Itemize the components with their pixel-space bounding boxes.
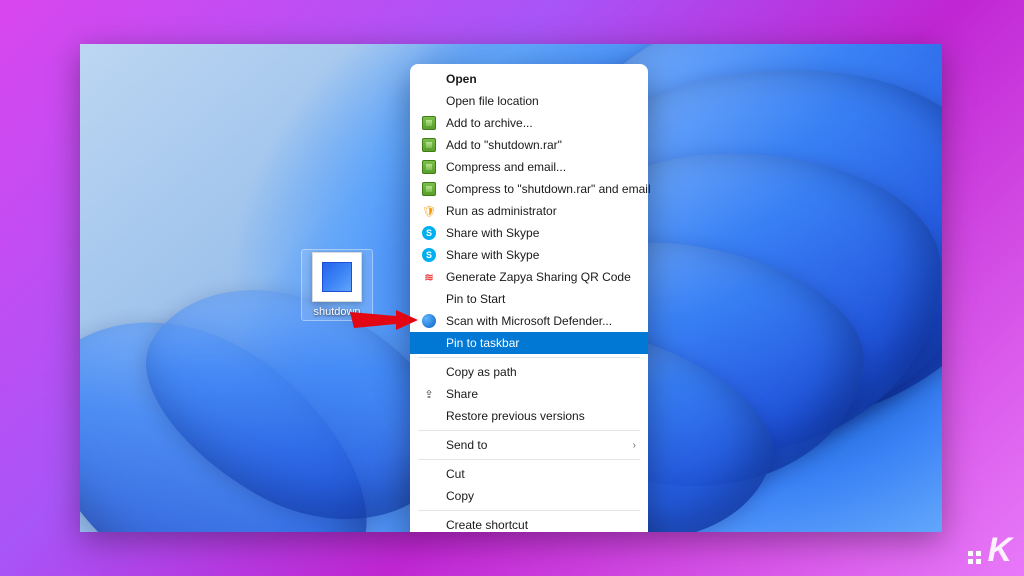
- menu-item-compress-to-shutdown-rar-and-email[interactable]: Compress to "shutdown.rar" and email: [410, 178, 648, 200]
- menu-item-label: Open file location: [446, 94, 636, 108]
- blank-icon: [420, 517, 438, 532]
- menu-item-share-with-skype[interactable]: S Share with Skype: [410, 244, 648, 266]
- watermark: K: [968, 531, 1010, 570]
- menu-item-add-to-shutdown-rar[interactable]: Add to "shutdown.rar": [410, 134, 648, 156]
- menu-item-copy[interactable]: Copy: [410, 485, 648, 507]
- menu-item-scan-with-microsoft-defender[interactable]: Scan with Microsoft Defender...: [410, 310, 648, 332]
- blank-icon: [420, 466, 438, 482]
- menu-item-label: Cut: [446, 467, 636, 481]
- blank-icon: [420, 437, 438, 453]
- watermark-letter: K: [987, 531, 1010, 570]
- defender-icon: [420, 313, 438, 329]
- menu-item-pin-to-taskbar[interactable]: Pin to taskbar: [410, 332, 648, 354]
- menu-item-label: Restore previous versions: [446, 409, 636, 423]
- menu-item-label: Add to "shutdown.rar": [446, 138, 636, 152]
- menu-item-label: Copy: [446, 489, 636, 503]
- blank-icon: [420, 71, 438, 87]
- menu-item-label: Create shortcut: [446, 518, 636, 532]
- menu-item-share[interactable]: ⇪ Share: [410, 383, 648, 405]
- menu-item-share-with-skype[interactable]: S Share with Skype: [410, 222, 648, 244]
- desktop-shortcut-shutdown[interactable]: shutdown: [302, 250, 372, 320]
- menu-item-generate-zapya-sharing-qr-code[interactable]: ≋ Generate Zapya Sharing QR Code: [410, 266, 648, 288]
- menu-item-label: Run as administrator: [446, 204, 636, 218]
- blank-icon: [420, 93, 438, 109]
- share-icon: ⇪: [420, 386, 438, 402]
- menu-item-label: Send to: [446, 438, 633, 452]
- menu-item-label: Generate Zapya Sharing QR Code: [446, 270, 636, 284]
- menu-item-label: Pin to Start: [446, 292, 636, 306]
- menu-separator: [418, 459, 640, 460]
- menu-item-pin-to-start[interactable]: Pin to Start: [410, 288, 648, 310]
- menu-item-add-to-archive[interactable]: Add to archive...: [410, 112, 648, 134]
- menu-item-cut[interactable]: Cut: [410, 463, 648, 485]
- archive-icon: [420, 159, 438, 175]
- context-menu[interactable]: Open Open file location Add to archive... A…: [410, 64, 648, 532]
- menu-item-label: Open: [446, 72, 636, 86]
- menu-item-create-shortcut[interactable]: Create shortcut: [410, 514, 648, 532]
- menu-item-label: Add to archive...: [446, 116, 636, 130]
- blank-icon: [420, 335, 438, 351]
- menu-separator: [418, 430, 640, 431]
- desktop-screenshot: shutdown Open Open file location Add to ar…: [80, 44, 942, 532]
- menu-item-copy-as-path[interactable]: Copy as path: [410, 361, 648, 383]
- menu-item-label: Pin to taskbar: [446, 336, 636, 350]
- watermark-dots-icon: [968, 551, 981, 564]
- chevron-right-icon: ›: [633, 440, 636, 451]
- shortcut-icon: [312, 252, 362, 302]
- menu-item-label: Compress to "shutdown.rar" and email: [446, 182, 651, 196]
- menu-item-label: Copy as path: [446, 365, 636, 379]
- shortcut-label: shutdown: [304, 306, 370, 318]
- menu-item-open-file-location[interactable]: Open file location: [410, 90, 648, 112]
- menu-item-run-as-administrator[interactable]: 🛡 Run as administrator: [410, 200, 648, 222]
- menu-item-send-to[interactable]: Send to›: [410, 434, 648, 456]
- blank-icon: [420, 488, 438, 504]
- archive-icon: [420, 181, 438, 197]
- skype-icon: S: [420, 247, 438, 263]
- archive-icon: [420, 115, 438, 131]
- menu-separator: [418, 357, 640, 358]
- menu-item-label: Share with Skype: [446, 248, 636, 262]
- menu-item-restore-previous-versions[interactable]: Restore previous versions: [410, 405, 648, 427]
- archive-icon: [420, 137, 438, 153]
- menu-item-label: Compress and email...: [446, 160, 636, 174]
- menu-item-label: Share: [446, 387, 636, 401]
- blank-icon: [420, 408, 438, 424]
- blank-icon: [420, 364, 438, 380]
- menu-item-label: Scan with Microsoft Defender...: [446, 314, 636, 328]
- shield-icon: 🛡: [420, 203, 438, 219]
- menu-item-compress-and-email[interactable]: Compress and email...: [410, 156, 648, 178]
- blank-icon: [420, 291, 438, 307]
- menu-separator: [418, 510, 640, 511]
- menu-item-open[interactable]: Open: [410, 68, 648, 90]
- zapya-icon: ≋: [420, 269, 438, 285]
- menu-item-label: Share with Skype: [446, 226, 636, 240]
- skype-icon: S: [420, 225, 438, 241]
